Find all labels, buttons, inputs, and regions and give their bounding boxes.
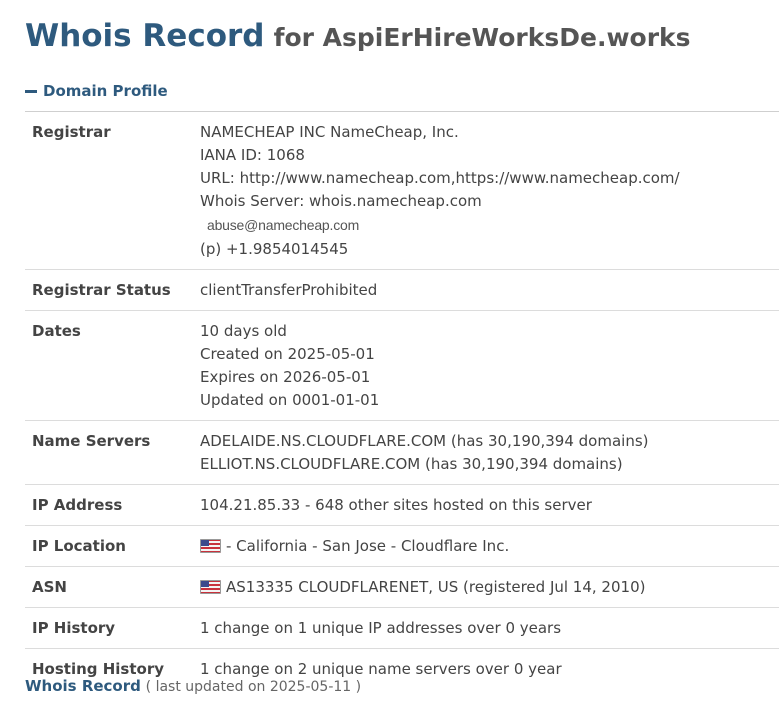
row-asn: ASN AS13335 CLOUDFLARENET, US (registere… xyxy=(25,567,779,608)
whois-record-footer: Whois Record ( last updated on 2025-05-1… xyxy=(25,677,361,695)
whois-record-link[interactable]: Whois Record xyxy=(25,677,141,695)
domain-profile-label: Domain Profile xyxy=(43,82,168,100)
row-value: AS13335 CLOUDFLARENET, US (registered Ju… xyxy=(200,576,779,599)
row-key: Name Servers xyxy=(32,432,151,450)
row-registrar-status: Registrar Status clientTransferProhibite… xyxy=(25,270,779,311)
registrar-phone: (p) +1.9854014545 xyxy=(200,240,349,258)
page-title: Whois Record for AspiErHireWorksDe.works xyxy=(25,18,691,54)
row-key: IP History xyxy=(32,619,116,637)
us-flag-icon xyxy=(200,580,221,594)
row-value: - California - San Jose - Cloudflare Inc… xyxy=(200,535,779,558)
row-value: NAMECHEAP INC NameCheap, Inc. IANA ID: 1… xyxy=(200,121,779,261)
row-key: IP Location xyxy=(32,537,126,555)
row-ip-address: IP Address 104.21.85.33 - 648 other site… xyxy=(25,485,779,526)
domain-profile-table: Registrar NAMECHEAP INC NameCheap, Inc. … xyxy=(25,111,779,689)
name-server-2: ELLIOT.NS.CLOUDFLARE.COM (has 30,190,394… xyxy=(200,455,623,473)
row-key: ASN xyxy=(32,578,67,596)
page-title-domain: for AspiErHireWorksDe.works xyxy=(273,23,691,52)
domain-profile-toggle[interactable]: Domain Profile xyxy=(25,82,168,100)
row-registrar: Registrar NAMECHEAP INC NameCheap, Inc. … xyxy=(25,112,779,270)
name-server-1: ADELAIDE.NS.CLOUDFLARE.COM (has 30,190,3… xyxy=(200,432,649,450)
row-key: Registrar Status xyxy=(32,281,171,299)
row-value: 104.21.85.33 - 648 other sites hosted on… xyxy=(200,496,592,514)
us-flag-icon xyxy=(200,539,221,553)
asn-text: AS13335 CLOUDFLARENET, US (registered Ju… xyxy=(226,578,646,596)
page-title-main: Whois Record xyxy=(25,18,265,54)
row-name-servers: Name Servers ADELAIDE.NS.CLOUDFLARE.COM … xyxy=(25,421,779,485)
row-key: Dates xyxy=(32,322,81,340)
row-ip-location: IP Location - California - San Jose - Cl… xyxy=(25,526,779,567)
row-key: IP Address xyxy=(32,496,123,514)
registrar-whois-server: Whois Server: whois.namecheap.com xyxy=(200,192,482,210)
row-dates: Dates 10 days old Created on 2025-05-01 … xyxy=(25,311,779,421)
registrar-email-image: abuse@namecheap.com xyxy=(207,217,360,233)
row-value: ADELAIDE.NS.CLOUDFLARE.COM (has 30,190,3… xyxy=(200,430,779,476)
domain-age: 10 days old xyxy=(200,322,287,340)
registrar-name: NAMECHEAP INC NameCheap, Inc. xyxy=(200,123,459,141)
registrar-iana-id: IANA ID: 1068 xyxy=(200,146,305,164)
row-value: clientTransferProhibited xyxy=(200,281,378,299)
row-value: 10 days old Created on 2025-05-01 Expire… xyxy=(200,320,779,412)
row-value: 1 change on 1 unique IP addresses over 0… xyxy=(200,619,562,637)
created-date: Created on 2025-05-01 xyxy=(200,345,375,363)
expires-date: Expires on 2026-05-01 xyxy=(200,368,371,386)
minus-icon xyxy=(25,89,37,93)
last-updated-text: ( last updated on 2025-05-11 ) xyxy=(145,679,362,695)
row-ip-history: IP History 1 change on 1 unique IP addre… xyxy=(25,608,779,649)
registrar-url: URL: http://www.namecheap.com,https://ww… xyxy=(200,169,680,187)
updated-date: Updated on 0001-01-01 xyxy=(200,391,380,409)
row-key: Registrar xyxy=(32,123,111,141)
ip-location-text: - California - San Jose - Cloudflare Inc… xyxy=(226,537,510,555)
